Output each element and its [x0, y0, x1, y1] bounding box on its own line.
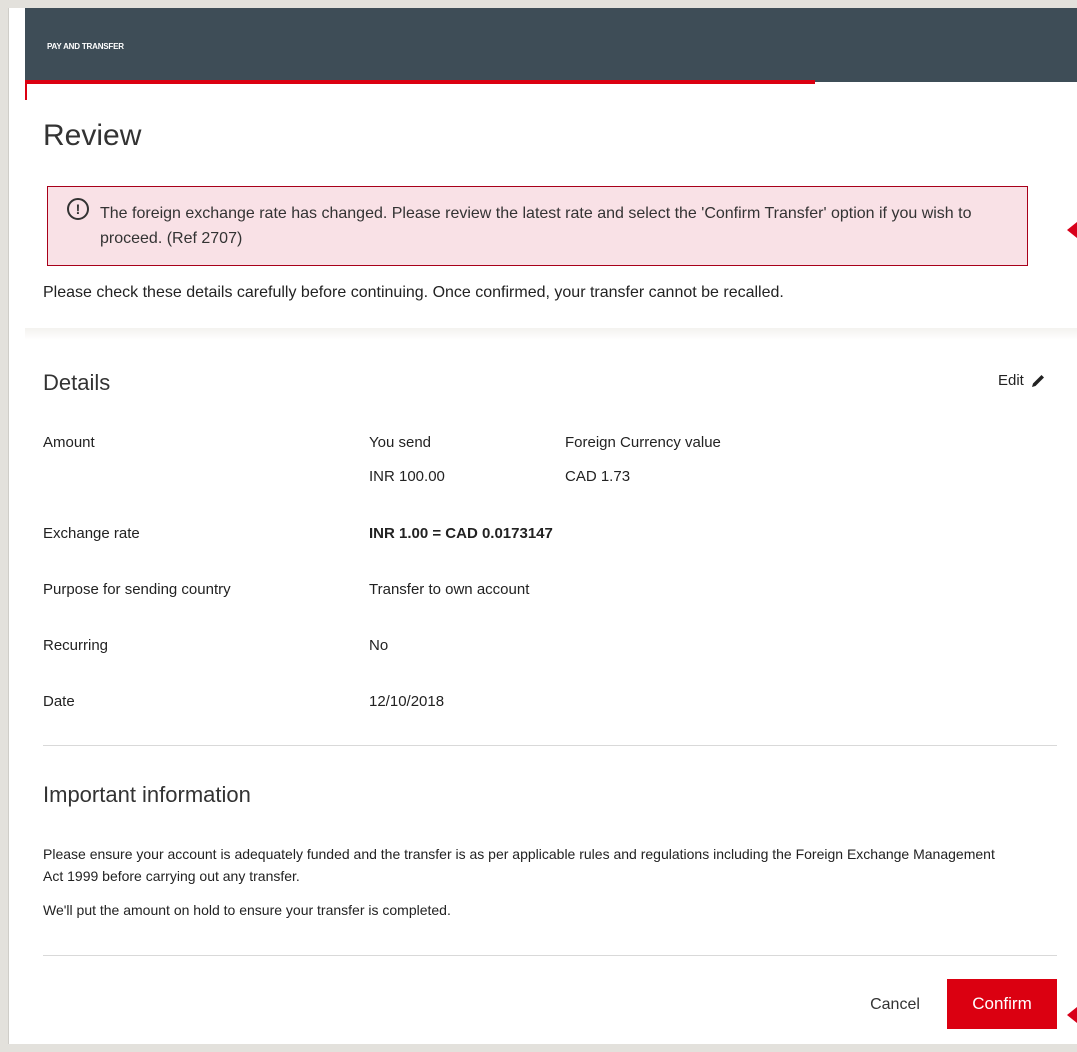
top-bar: PAY AND TRANSFER — [25, 8, 1077, 82]
date-value: 12/10/2018 — [369, 693, 445, 710]
purpose-value: Transfer to own account — [369, 581, 530, 598]
foreign-currency-heading: Foreign Currency value — [565, 434, 721, 451]
page-title: Review — [43, 119, 142, 152]
section-header-title: PAY AND TRANSFER — [47, 42, 124, 51]
intro-text: Please check these details carefully bef… — [43, 284, 784, 301]
left-accent — [25, 82, 27, 100]
alert-message: The foreign exchange rate has changed. P… — [100, 205, 972, 247]
exchange-rate-alert: ! The foreign exchange rate has changed.… — [47, 186, 1028, 266]
section-separator — [25, 328, 1077, 340]
annotation-marker — [1067, 1007, 1077, 1023]
edit-button[interactable]: Edit — [998, 372, 1046, 389]
recurring-value: No — [369, 637, 389, 654]
edit-label: Edit — [998, 372, 1024, 389]
page-frame: PAY AND TRANSFER Review ! The foreign ex… — [8, 8, 1077, 1044]
cancel-button[interactable]: Cancel — [853, 980, 937, 1030]
date-label: Date — [43, 693, 75, 710]
exchange-rate-value: INR 1.00 = CAD 0.0173147 — [369, 525, 553, 542]
confirm-button[interactable]: Confirm — [947, 979, 1057, 1029]
exclamation-circle-icon: ! — [67, 198, 89, 220]
amount-label: Amount — [43, 434, 95, 451]
purpose-label: Purpose for sending country — [43, 581, 231, 598]
send-amount-value: INR 100.00 — [369, 468, 445, 485]
recurring-label: Recurring — [43, 637, 109, 654]
hold-notice: We'll put the amount on hold to ensure y… — [43, 902, 451, 918]
divider — [43, 745, 1057, 746]
details-title: Details — [43, 370, 111, 395]
important-info-title: Important information — [43, 782, 251, 807]
pencil-icon — [1031, 374, 1044, 387]
annotation-marker — [1067, 222, 1077, 238]
you-send-heading: You send — [369, 434, 432, 451]
divider — [43, 955, 1057, 956]
foreign-amount-value: CAD 1.73 — [565, 468, 631, 485]
progress-bar — [25, 80, 815, 84]
exchange-rate-label: Exchange rate — [43, 525, 140, 542]
important-info-paragraph: Please ensure your account is adequately… — [43, 846, 995, 884]
